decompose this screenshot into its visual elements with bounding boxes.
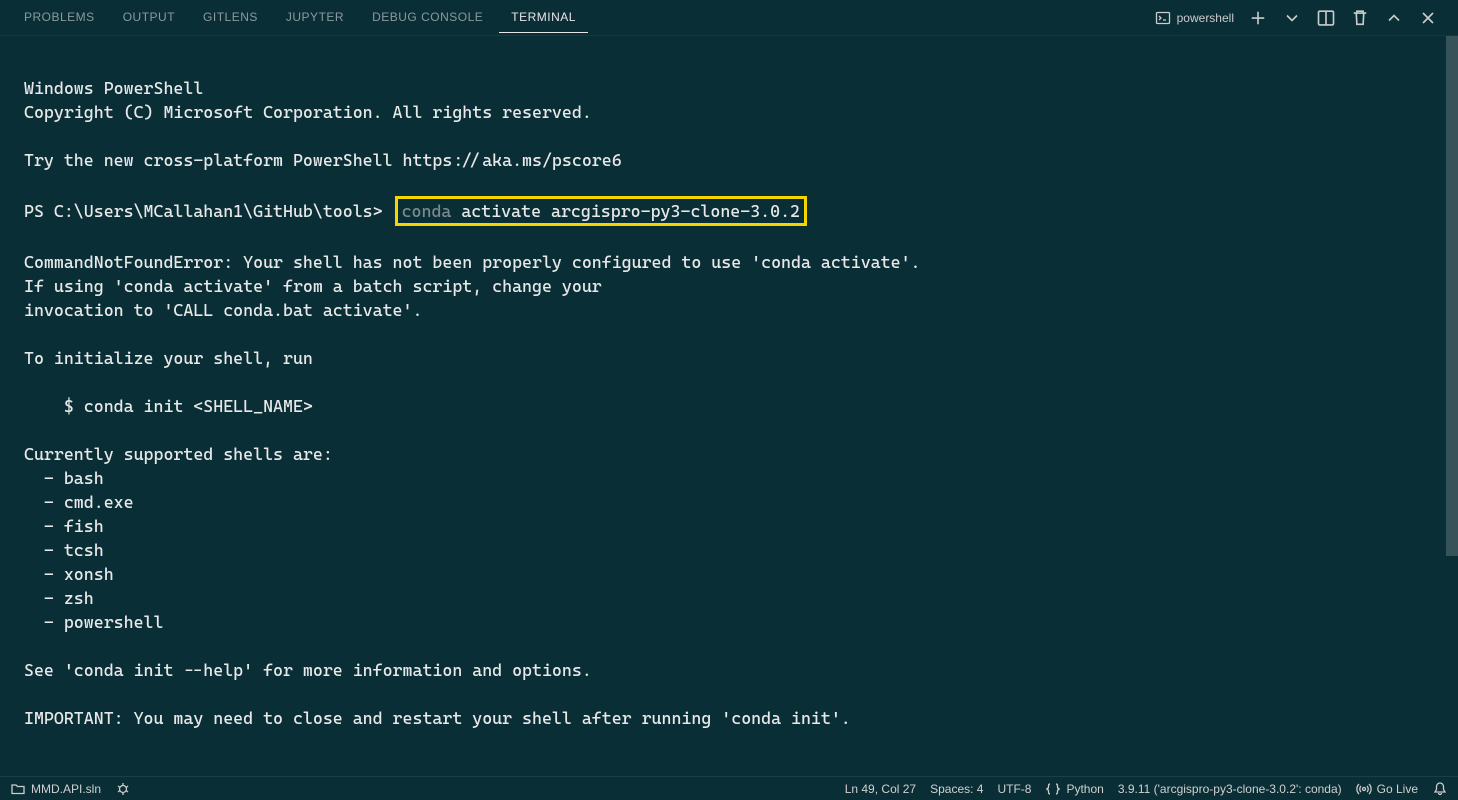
notifications[interactable] xyxy=(1432,781,1448,797)
tab-debug-console[interactable]: DEBUG CONSOLE xyxy=(360,2,495,33)
command-highlight: conda activate arcgispro-py3-clone-3.0.2 xyxy=(395,196,807,226)
maximize-panel-button[interactable] xyxy=(1384,8,1404,28)
terminal-line: - zsh xyxy=(24,588,94,608)
terminal-line: Copyright (C) Microsoft Corporation. All… xyxy=(24,102,592,122)
terminal-line: - powershell xyxy=(24,612,163,632)
shell-label-text: powershell xyxy=(1177,11,1234,25)
go-live[interactable]: Go Live xyxy=(1356,781,1418,797)
terminal-line: - bash xyxy=(24,468,104,488)
tab-jupyter[interactable]: JUPYTER xyxy=(274,2,356,33)
language-mode[interactable]: Python xyxy=(1045,781,1103,797)
language-text: Python xyxy=(1066,782,1103,796)
terminal-line: See 'conda init --help' for more informa… xyxy=(24,660,592,680)
terminal-line: If using 'conda activate' from a batch s… xyxy=(24,276,602,296)
status-right: Ln 49, Col 27 Spaces: 4 UTF-8 Python 3.9… xyxy=(845,781,1448,797)
split-terminal-button[interactable] xyxy=(1316,8,1336,28)
terminal-actions: powershell xyxy=(1155,8,1446,28)
kill-terminal-button[interactable] xyxy=(1350,8,1370,28)
braces-icon xyxy=(1045,781,1061,797)
terminal-icon xyxy=(1155,10,1171,26)
shell-selector[interactable]: powershell xyxy=(1155,10,1234,26)
tab-terminal[interactable]: TERMINAL xyxy=(499,2,588,33)
tab-gitlens[interactable]: GITLENS xyxy=(191,2,270,33)
command-conda: conda xyxy=(402,201,452,221)
close-panel-button[interactable] xyxy=(1418,8,1438,28)
encoding[interactable]: UTF-8 xyxy=(997,782,1031,796)
tab-output[interactable]: OUTPUT xyxy=(111,2,187,33)
status-bar: MMD.API.sln Ln 49, Col 27 Spaces: 4 UTF-… xyxy=(0,776,1458,800)
terminal-line: Currently supported shells are: xyxy=(24,444,333,464)
status-left: MMD.API.sln xyxy=(10,781,131,797)
terminal-prompt: PS C:\Users\MCallahan1\GitHub\tools> xyxy=(24,201,383,221)
folder-icon xyxy=(10,781,26,797)
solution-item[interactable]: MMD.API.sln xyxy=(10,781,101,797)
bell-icon xyxy=(1432,781,1448,797)
terminal-output[interactable]: Windows PowerShell Copyright (C) Microso… xyxy=(0,36,1458,776)
terminal-line: - tcsh xyxy=(24,540,104,560)
terminal-line: CommandNotFoundError: Your shell has not… xyxy=(24,252,920,272)
tab-list: PROBLEMS OUTPUT GITLENS JUPYTER DEBUG CO… xyxy=(12,2,1155,33)
solution-text: MMD.API.sln xyxy=(31,782,101,796)
debug-item[interactable] xyxy=(115,781,131,797)
terminal-line: Try the new cross-platform PowerShell ht… xyxy=(24,150,622,170)
terminal-line: To initialize your shell, run xyxy=(24,348,313,368)
go-live-text: Go Live xyxy=(1377,782,1418,796)
terminal-line: - cmd.exe xyxy=(24,492,134,512)
cursor-position[interactable]: Ln 49, Col 27 xyxy=(845,782,916,796)
terminal-line: Windows PowerShell xyxy=(24,78,203,98)
indentation[interactable]: Spaces: 4 xyxy=(930,782,983,796)
bug-icon xyxy=(115,781,131,797)
new-terminal-button[interactable] xyxy=(1248,8,1268,28)
terminal-line: invocation to 'CALL conda.bat activate'. xyxy=(24,300,422,320)
terminal-line: - xonsh xyxy=(24,564,114,584)
broadcast-icon xyxy=(1356,781,1372,797)
tab-problems[interactable]: PROBLEMS xyxy=(12,2,107,33)
panel-tab-bar: PROBLEMS OUTPUT GITLENS JUPYTER DEBUG CO… xyxy=(0,0,1458,36)
terminal-line: - fish xyxy=(24,516,104,536)
new-terminal-chevron[interactable] xyxy=(1282,8,1302,28)
python-interpreter[interactable]: 3.9.11 ('arcgispro-py3-clone-3.0.2': con… xyxy=(1118,782,1342,796)
terminal-line: IMPORTANT: You may need to close and res… xyxy=(24,708,851,728)
command-args: activate arcgispro-py3-clone-3.0.2 xyxy=(451,201,800,221)
terminal-scrollbar[interactable] xyxy=(1446,36,1458,556)
terminal-line: $ conda init <SHELL_NAME> xyxy=(24,396,313,416)
